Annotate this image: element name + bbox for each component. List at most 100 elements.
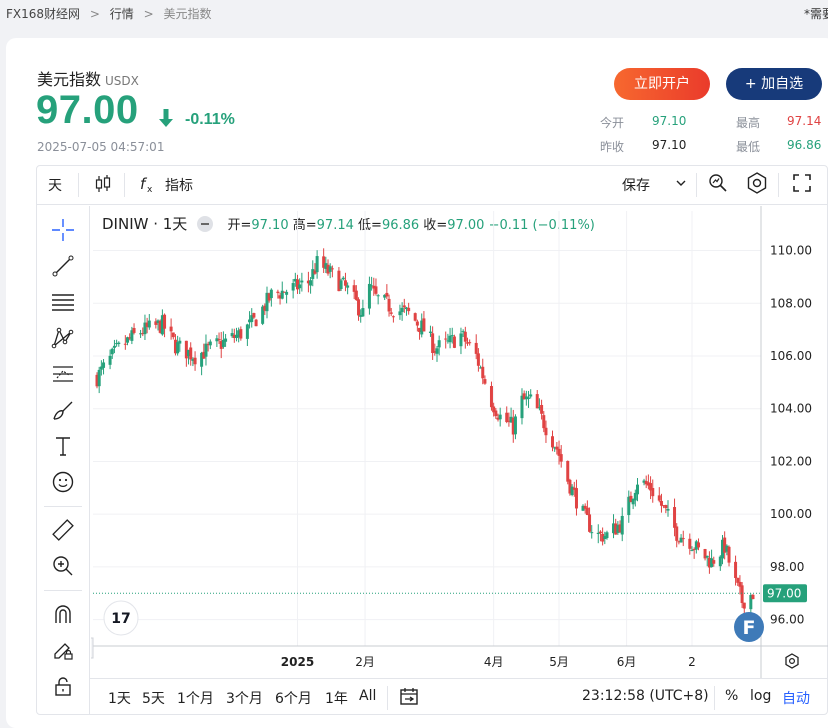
candle-down bbox=[535, 394, 539, 409]
auto-toggle[interactable]: 自动 bbox=[782, 688, 810, 708]
breadcrumb-current: 美元指数 bbox=[163, 7, 212, 21]
clock-time[interactable]: 23:12:58 (UTC+8) bbox=[582, 688, 709, 704]
candle-up bbox=[178, 340, 182, 344]
x-tick-label: 2月 bbox=[355, 655, 375, 669]
projection-tool[interactable] bbox=[48, 359, 78, 389]
candle-down bbox=[239, 329, 243, 339]
range-1m[interactable]: 1个月 bbox=[177, 688, 214, 708]
candle-down bbox=[189, 347, 193, 360]
y-tick-label: 106.00 bbox=[770, 349, 812, 363]
lock-drawings-tool[interactable] bbox=[48, 635, 78, 665]
settings-icon[interactable] bbox=[745, 171, 769, 195]
y-tick-label: 98.00 bbox=[770, 560, 804, 574]
fullscreen-icon[interactable] bbox=[792, 173, 812, 193]
save-button[interactable]: 保存 bbox=[622, 175, 650, 195]
candle-down bbox=[474, 342, 478, 354]
instrument-title: 美元指数 bbox=[37, 70, 102, 89]
candle-down bbox=[574, 488, 578, 509]
candle-up bbox=[339, 280, 343, 289]
range-1d[interactable]: 1天 bbox=[108, 688, 131, 708]
range-6m[interactable]: 6个月 bbox=[275, 688, 312, 708]
candle-down bbox=[681, 538, 685, 540]
trend-line-tool[interactable] bbox=[48, 251, 78, 281]
magnet-tool[interactable] bbox=[48, 599, 78, 629]
instrument-name: 美元指数 USDX bbox=[37, 66, 139, 90]
x-tick-label: 5月 bbox=[549, 655, 569, 669]
candle-up bbox=[428, 331, 432, 333]
svg-text:x: x bbox=[147, 185, 153, 194]
fib-tool[interactable] bbox=[48, 287, 78, 317]
y-tick-label: 102.00 bbox=[770, 454, 812, 468]
top-bar: FX168财经网 > 行情 > 美元指数 *需要 bbox=[0, 0, 828, 26]
candle-up bbox=[117, 342, 121, 345]
range-1y[interactable]: 1年 bbox=[325, 688, 348, 708]
candle-up bbox=[367, 283, 371, 309]
candle-up bbox=[635, 484, 639, 495]
stat-low: 最低 bbox=[736, 138, 760, 155]
candle-down bbox=[387, 298, 391, 312]
candle-up bbox=[110, 348, 114, 355]
lock-tool[interactable] bbox=[48, 671, 78, 701]
x-tick-label: 2025 bbox=[281, 655, 314, 669]
tradingview-logo-mark: 17 bbox=[111, 611, 130, 627]
candle-down bbox=[402, 305, 406, 308]
range-all[interactable]: All bbox=[359, 688, 376, 704]
candle-up bbox=[298, 284, 302, 289]
candle-down bbox=[540, 404, 544, 414]
range-3m[interactable]: 3个月 bbox=[226, 688, 263, 708]
breadcrumb-section[interactable]: 行情 bbox=[110, 7, 134, 21]
fx-icon[interactable]: fx bbox=[140, 174, 158, 194]
fx168-logo-mark: F bbox=[743, 617, 756, 639]
candle-down bbox=[217, 339, 221, 341]
ruler-icon bbox=[52, 519, 74, 541]
candle-down bbox=[550, 436, 554, 448]
candle-up bbox=[448, 335, 452, 343]
open-account-button[interactable]: 立即开户 bbox=[614, 68, 710, 100]
candle-up bbox=[102, 362, 106, 368]
candle-up bbox=[620, 515, 624, 535]
camera-icon[interactable] bbox=[707, 172, 729, 194]
last-price: 97.00 bbox=[36, 88, 139, 132]
brush-icon bbox=[53, 401, 73, 420]
indicators-button[interactable]: 指标 bbox=[165, 175, 193, 195]
breadcrumb-home[interactable]: FX168财经网 bbox=[6, 7, 80, 21]
add-watchlist-button[interactable]: + 加自选 bbox=[726, 68, 822, 100]
percent-toggle[interactable]: % bbox=[725, 688, 738, 704]
interval-selector[interactable]: 天 bbox=[48, 175, 62, 195]
down-arrow-icon bbox=[159, 109, 173, 127]
stat-prev-value: 97.10 bbox=[652, 138, 687, 152]
emoji-tool[interactable] bbox=[48, 467, 78, 497]
candle-down bbox=[468, 342, 472, 344]
breadcrumb: FX168财经网 > 行情 > 美元指数 bbox=[6, 5, 218, 22]
ruler-tool[interactable] bbox=[48, 515, 78, 545]
magnet-icon bbox=[55, 605, 71, 623]
log-toggle[interactable]: log bbox=[750, 688, 771, 704]
text-tool[interactable] bbox=[48, 431, 78, 461]
candle-up bbox=[529, 394, 533, 397]
candle-down bbox=[742, 602, 746, 609]
pattern-tool[interactable] bbox=[48, 323, 78, 353]
last-price-label: 97.00 bbox=[767, 586, 801, 600]
candle-down bbox=[444, 338, 448, 340]
calendar-range-icon[interactable] bbox=[399, 686, 419, 706]
candle-down bbox=[505, 412, 509, 423]
stat-prev: 昨收 bbox=[600, 138, 624, 155]
chevron-down-icon[interactable] bbox=[676, 178, 686, 188]
candle-up bbox=[204, 343, 208, 357]
breadcrumb-separator: > bbox=[89, 7, 100, 21]
candles-icon[interactable] bbox=[94, 174, 112, 194]
text-icon bbox=[56, 437, 70, 456]
candle-up bbox=[437, 340, 441, 348]
price-chart[interactable]: 110.00 108.00 106.00 104.00 102.00 100.00 98.0… bbox=[91, 206, 828, 678]
zoom-in-tool[interactable] bbox=[48, 551, 78, 581]
candle-up bbox=[513, 416, 517, 435]
brush-tool[interactable] bbox=[48, 395, 78, 425]
candle-down bbox=[276, 291, 280, 294]
range-5d[interactable]: 5天 bbox=[142, 688, 165, 708]
candle-down bbox=[163, 314, 167, 329]
crosshair-tool[interactable] bbox=[48, 215, 78, 245]
candle-down bbox=[740, 585, 744, 604]
x-tick-label: 6月 bbox=[617, 655, 637, 669]
candle-up bbox=[346, 285, 350, 288]
candle-up bbox=[112, 345, 116, 348]
